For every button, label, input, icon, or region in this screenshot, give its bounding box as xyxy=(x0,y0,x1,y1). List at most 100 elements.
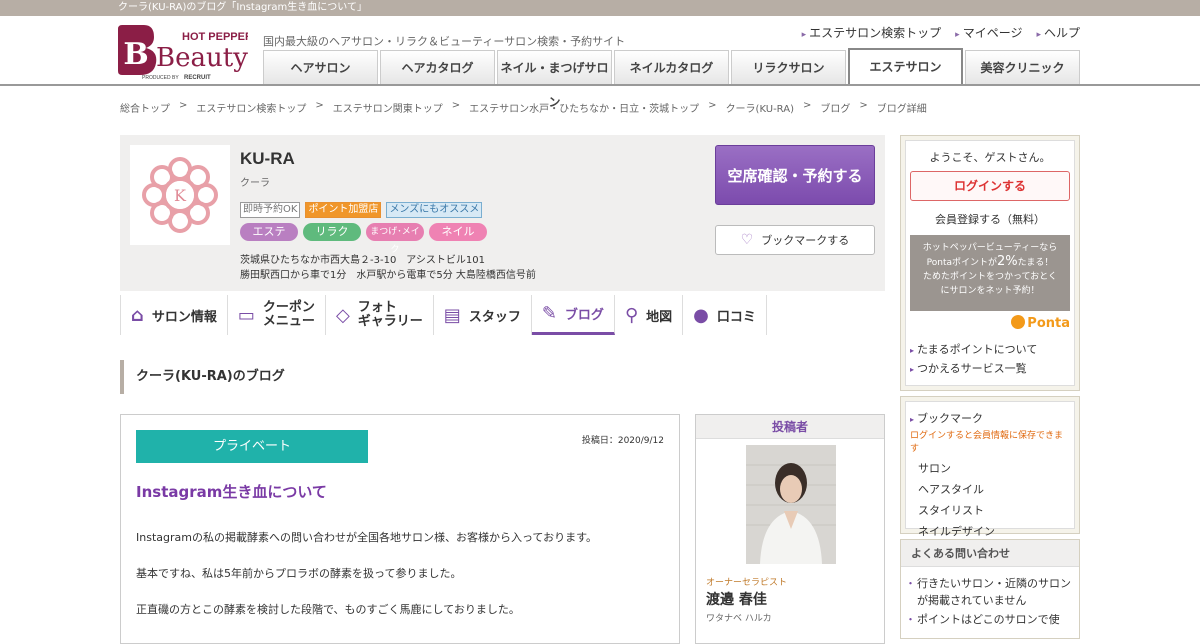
nav-tab-relax[interactable]: リラクサロン xyxy=(731,50,846,84)
page-caption: クーラ(KU-RA)のブログ「Instagram生き血について」 xyxy=(118,2,367,13)
ticket-icon: ▭ xyxy=(237,304,255,326)
faq-list: 行きたいサロン・近隣のサロンが掲載されていません ポイントはどこのサロンで使 xyxy=(901,567,1079,638)
breadcrumb-item[interactable]: ブログ xyxy=(820,100,850,115)
nav-tab-hair-salon[interactable]: ヘアサロン xyxy=(263,50,378,84)
article-paragraph: 基本ですね、私は5年前からプロラボの酵素を扱って参りました。 xyxy=(136,567,462,580)
article-title: Instagram生き血について xyxy=(136,483,327,501)
salon-nav-blog[interactable]: ✎ ブログ xyxy=(531,295,615,335)
salon-nav-photo-label-1: フォト xyxy=(357,300,397,315)
bookmark-hairstyle-link[interactable]: ヘアスタイル xyxy=(918,479,1062,500)
faq-item[interactable]: ポイントはどこのサロンで使 xyxy=(905,611,1073,628)
breadcrumb-sep: > xyxy=(451,100,461,111)
genre-tag-relax: リラク xyxy=(303,223,361,241)
ponta-rate: 2% xyxy=(997,254,1018,269)
mypage-link[interactable]: マイページ xyxy=(955,24,1023,41)
hotpepper-beauty-logo[interactable]: B HOT PEPPER Beauty PRODUCED BY RECRUIT xyxy=(116,23,253,81)
instant-booking-badge: 即時予約OK xyxy=(240,202,301,218)
author-heading: 投稿者 xyxy=(696,415,884,439)
esthe-search-top-link[interactable]: エステサロン検索トップ xyxy=(802,24,941,41)
login-button[interactable]: ログインする xyxy=(910,171,1070,201)
genre-tags: エステ リラク まつげ･メイク ネイル xyxy=(240,223,487,255)
breadcrumb-item[interactable]: エステサロン検索トップ xyxy=(196,100,306,115)
reserve-button[interactable]: 空席確認・予約する xyxy=(715,145,875,205)
logo-brand-text: RECRUIT xyxy=(184,75,211,81)
point-services-link[interactable]: つかえるサービス一覧 xyxy=(910,360,1070,379)
nav-tab-hair-catalog[interactable]: ヘアカタログ xyxy=(380,50,495,84)
bookmark-salon-link[interactable]: サロン xyxy=(918,458,1062,479)
salon-nav-info[interactable]: ⌂ サロン情報 xyxy=(120,295,228,335)
salon-nav-review[interactable]: ● 口コミ xyxy=(683,295,767,335)
genre-tag-eyelash: まつげ･メイク xyxy=(366,223,424,255)
article-paragraph: Instagramの私の掲載酵素への問い合わせが全国各地サロン様、お客様から入っ… xyxy=(136,531,597,544)
breadcrumb-item[interactable]: エステサロン関東トップ xyxy=(333,100,443,115)
bookmark-list: サロン ヘアスタイル スタイリスト ネイルデザイン xyxy=(906,454,1074,548)
salon-nav-map-label: 地図 xyxy=(646,309,673,325)
breadcrumb-sep: > xyxy=(179,100,188,111)
svg-text:K: K xyxy=(174,186,187,205)
salon-header: K KU-RA クーラ 即時予約OK ポイント加盟店 メンズにもオススメ エステ… xyxy=(120,135,885,291)
salon-nav: ⌂ サロン情報 ▭ クーポン メニュー ◇ フォト ギャラリー ▤ スタッフ ✎ ブログ ⚲ 地… xyxy=(120,295,767,335)
breadcrumb-item[interactable]: エステサロン水戸・ひたちなか・日立・茨城トップ xyxy=(469,100,699,115)
salon-nav-photo-label-2: ギャラリー xyxy=(357,314,423,329)
ponta-line-4: にサロンをネット予約！ xyxy=(940,286,1040,296)
salon-nav-coupon[interactable]: ▭ クーポン メニュー xyxy=(228,295,326,335)
point-about-link[interactable]: たまるポイントについて xyxy=(910,341,1070,360)
ponta-banner[interactable]: ホットペッパービューティーなら Pontaポイントが2%たまる！ ためたポイント… xyxy=(910,235,1070,311)
salon-nav-coupon-label-1: クーポン xyxy=(262,300,315,315)
bookmark-stylist-link[interactable]: スタイリスト xyxy=(918,500,1062,521)
breadcrumb-sep: > xyxy=(315,100,324,111)
site-tagline: 国内最大級のヘアサロン・リラク＆ビューティーサロン検索・予約サイト xyxy=(263,35,626,48)
salon-nav-info-label: サロン情報 xyxy=(151,309,217,325)
faq-box: よくある問い合わせ 行きたいサロン・近隣のサロンが掲載されていません ポイントは… xyxy=(900,539,1080,639)
breadcrumb-item[interactable]: 総合トップ xyxy=(120,100,170,115)
breadcrumb: 総合トップ > エステサロン検索トップ > エステサロン関東トップ > エステサロン水… xyxy=(120,100,927,115)
breadcrumb-sep: > xyxy=(859,100,868,111)
welcome-text: ようこそ、ゲストさん。 xyxy=(929,151,1051,164)
bookmark-title: ブックマーク xyxy=(906,402,1074,426)
author-name: 渡邉 春佳 xyxy=(706,592,767,608)
header-divider xyxy=(0,84,1200,86)
salon-nav-photo[interactable]: ◇ フォト ギャラリー xyxy=(326,295,434,335)
ponta-line-2a: Pontaポイントが xyxy=(926,258,997,268)
nav-tab-nail-eyelash[interactable]: ネイル・まつげサロン xyxy=(497,50,612,109)
bookmark-button[interactable]: ♡ ブックマークする xyxy=(715,225,875,255)
ponta-face-icon xyxy=(1011,315,1026,329)
category-label[interactable]: プライベート xyxy=(136,430,368,463)
bookmark-box: ブックマーク ログインすると会員情報に保存できます サロン ヘアスタイル スタイ… xyxy=(900,396,1080,538)
breadcrumb-sep: > xyxy=(708,100,717,111)
salon-nav-staff-label: スタッフ xyxy=(468,309,521,325)
nav-tab-nail-catalog[interactable]: ネイルカタログ xyxy=(614,50,729,84)
house-icon: ⌂ xyxy=(131,304,144,326)
heart-icon: ♡ xyxy=(740,232,754,248)
author-photo[interactable] xyxy=(746,445,836,564)
account-box: ようこそ、ゲストさん。 ログインする 会員登録する（無料） ホットペッパービュー… xyxy=(900,135,1080,391)
nav-tab-esthe[interactable]: エステサロン xyxy=(848,48,963,84)
faq-item[interactable]: 行きたいサロン・近隣のサロンが掲載されていません xyxy=(905,575,1073,609)
point-member-badge: ポイント加盟店 xyxy=(305,202,382,218)
salon-nav-staff[interactable]: ▤ スタッフ xyxy=(434,295,532,335)
salon-name: KU-RA xyxy=(240,149,295,168)
logo-top-text: HOT PEPPER xyxy=(182,31,248,43)
salon-nav-map[interactable]: ⚲ 地図 xyxy=(615,295,684,335)
help-link[interactable]: ヘルプ xyxy=(1036,24,1080,41)
salon-address-block: 茨城県ひたちなか市西大島２-3-10 アシストビル101 勝田駅西口から車で1分… xyxy=(240,253,536,283)
salon-nav-blog-label: ブログ xyxy=(564,308,604,323)
breadcrumb-item[interactable]: クーラ(KU-RA) xyxy=(726,100,794,115)
pencil-icon: ✎ xyxy=(541,303,557,324)
salon-kana: クーラ xyxy=(240,178,270,189)
nav-tab-clinic[interactable]: 美容クリニック xyxy=(965,50,1080,84)
ponta-line-1: ホットペッパービューティーなら xyxy=(922,243,1058,253)
logo-sub-text: PRODUCED BY xyxy=(142,75,179,81)
register-link[interactable]: 会員登録する（無料） xyxy=(906,211,1074,227)
breadcrumb-current: ブログ詳細 xyxy=(876,104,927,115)
top-strip: クーラ(KU-RA)のブログ「Instagram生き血について」 xyxy=(0,0,1200,16)
blog-article: プライベート 投稿日：2020/9/12 Instagram生き血について In… xyxy=(120,414,680,644)
post-date: 投稿日：2020/9/12 xyxy=(581,436,664,446)
salon-badges: 即時予約OK ポイント加盟店 メンズにもオススメ xyxy=(240,202,483,218)
ponta-logo-text: Ponta xyxy=(1027,316,1070,331)
article-paragraph: 正直磯の方とこの酵素を検討した段階で、ものすごく馬鹿にしておりました。 xyxy=(136,603,520,616)
genre-tag-esthe: エステ xyxy=(240,223,298,241)
faq-heading: よくある問い合わせ xyxy=(901,540,1079,567)
breadcrumb-sep: > xyxy=(802,100,812,111)
svg-text:B: B xyxy=(123,37,148,72)
